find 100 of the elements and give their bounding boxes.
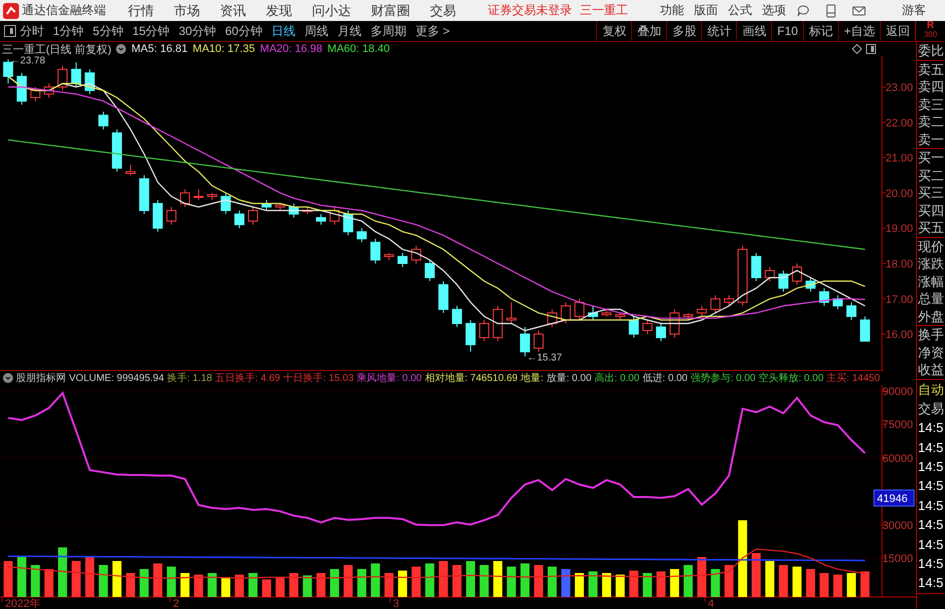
stock-name: 三一重工: [580, 2, 628, 19]
r-label: R: [926, 21, 934, 30]
period-tab[interactable]: 1分钟: [53, 22, 84, 40]
quote-label: 卖三: [917, 96, 944, 113]
indicator-value: 主买: 14450: [826, 372, 880, 386]
quote-label: 14:5: [917, 536, 944, 554]
logo-icon: [3, 2, 19, 18]
date-label: 3: [393, 598, 400, 609]
price-annotation: ←15.37: [526, 352, 562, 364]
panel-toggle-icon[interactable]: [4, 25, 16, 37]
quote-label: 买四: [917, 202, 944, 219]
quote-label: 卖二: [917, 113, 944, 130]
axis-label: 19.00: [885, 223, 913, 236]
period-tab[interactable]: 周线: [304, 22, 328, 40]
period-tab[interactable]: 5分钟: [92, 22, 124, 40]
date-label: 2: [173, 598, 180, 609]
quote-label: 14:5: [917, 438, 944, 457]
quote-label: 卖一: [917, 130, 944, 148]
indicator-value: 地量:: [520, 372, 544, 386]
menu-item[interactable]: 选项: [762, 2, 786, 19]
menu-item[interactable]: 交易: [430, 2, 456, 20]
quote-label: 14:5: [917, 496, 944, 515]
period-tab[interactable]: 更多 >: [415, 22, 450, 40]
quote-label: 14:5: [917, 419, 944, 438]
user-name[interactable]: 游客: [902, 2, 926, 19]
menu-item[interactable]: 版面: [694, 2, 718, 19]
indicator-value: 相对地量: 746510.69: [424, 372, 518, 386]
menu-item[interactable]: 市场: [174, 2, 200, 20]
indicator-value: 高出: 0.00: [594, 372, 640, 386]
diamond-icon[interactable]: [852, 44, 862, 54]
quote-label: 收益: [917, 361, 944, 378]
quote-label: 卖四: [917, 78, 944, 96]
quote-label: 买五: [917, 219, 944, 236]
quote-label: 14:5: [917, 516, 944, 534]
indicator-value: 十日换手: 15.03: [283, 372, 354, 386]
axis-label: 60000: [882, 453, 913, 466]
menu-item[interactable]: 资讯: [220, 2, 246, 20]
indicator-value: VOLUME: 999495.94: [69, 372, 164, 384]
period-tab[interactable]: 月线: [337, 22, 362, 40]
menu-item[interactable]: 发现: [266, 2, 292, 20]
app-title: 通达信金融终端: [22, 2, 106, 19]
menu-item[interactable]: 行情: [128, 2, 154, 20]
phone-icon[interactable]: [824, 4, 838, 18]
indicator-value: 低进: 0.00: [642, 372, 688, 386]
period-tab[interactable]: 分时: [20, 22, 44, 40]
dropdown-icon[interactable]: [3, 373, 13, 384]
quote-label: 14:5: [917, 477, 944, 496]
date-label: 2022年: [5, 598, 40, 609]
axis-label: 18.00: [885, 258, 913, 270]
quote-label: 14:5: [917, 458, 944, 476]
period-tab[interactable]: 15分钟: [132, 22, 170, 40]
axis-label: 90000: [882, 386, 913, 398]
indicator-value: 五日换手: 4.69: [215, 372, 280, 386]
axis-label: 75000: [882, 419, 913, 432]
chart-title: 三一重工(日线 前复权): [2, 42, 112, 56]
quote-label: 委比: [917, 42, 944, 60]
chat-icon[interactable]: [796, 4, 810, 18]
quote-label: 总量: [917, 290, 944, 308]
indicator-value: 换手: 1.18: [167, 372, 212, 386]
quote-label: 买一: [917, 149, 944, 166]
quote-label: 买三: [917, 184, 944, 202]
quote-label: 14:5: [917, 574, 944, 592]
dropdown-icon[interactable]: [116, 44, 126, 54]
menu-item[interactable]: 问小达: [312, 2, 351, 20]
axis-label: 20.00: [885, 188, 913, 200]
period-tab[interactable]: 多周期: [370, 22, 406, 40]
axis-label: 30000: [882, 520, 913, 532]
menu-item[interactable]: 财富圈: [371, 2, 410, 20]
quote-label: 卖五: [917, 60, 944, 78]
indicator-value: MA10: 17.35: [192, 43, 256, 55]
indicator-value: 乘风地量: 0.00: [356, 372, 422, 386]
period-tab[interactable]: 日线: [271, 22, 296, 40]
quote-label: 自动: [917, 380, 944, 398]
quote-label: 买二: [917, 166, 944, 184]
axis-label: 22.00: [885, 117, 913, 130]
period-tab[interactable]: 30分钟: [178, 22, 216, 40]
date-label: 4: [708, 598, 714, 609]
mail-icon[interactable]: [852, 4, 866, 18]
panel-toggle-icon[interactable]: [866, 44, 876, 54]
indicator-value: MA60: 18.40: [327, 43, 390, 55]
indicator-value: 放量: 0.00: [546, 372, 592, 386]
cursor-value-label: 41946: [874, 490, 914, 507]
indicator-value: MA5: 16.81: [131, 43, 188, 55]
r-sub-label: 300: [924, 30, 938, 39]
axis-label: 17.00: [885, 294, 913, 306]
axis-label: 16.00: [885, 329, 913, 342]
indicator-value: MA20: 16.98: [260, 43, 322, 55]
menu-item[interactable]: 功能: [660, 2, 684, 19]
indicator-value: 强势参与: 0.00: [690, 372, 756, 386]
quote-label: 涨幅: [917, 272, 944, 290]
axis-label: 23.00: [885, 82, 913, 94]
price-annotation: ←23.78: [10, 56, 46, 66]
quote-label: 现价: [917, 238, 944, 255]
quote-label: 涨跌: [917, 255, 944, 272]
quote-label: 净资: [917, 344, 944, 361]
quote-label: 换手: [917, 326, 944, 344]
indicator-name: 股朋指标网: [16, 372, 66, 386]
menu-item[interactable]: 公式: [728, 2, 752, 19]
period-tab[interactable]: 60分钟: [225, 22, 262, 40]
indicator-value: 空头释放: 0.00: [758, 372, 824, 386]
